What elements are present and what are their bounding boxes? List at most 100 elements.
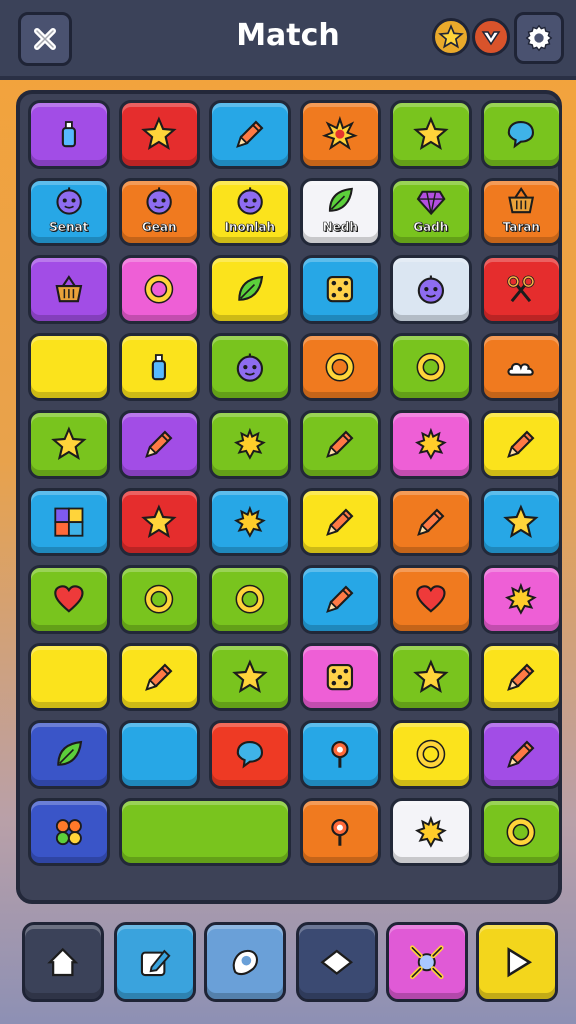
ring-icon: [325, 352, 355, 382]
bottom-toolbar: [0, 912, 576, 1024]
star-badge[interactable]: [432, 18, 470, 56]
board-tile[interactable]: [480, 100, 562, 169]
board-tile[interactable]: [209, 720, 291, 789]
board-tile[interactable]: [299, 642, 381, 711]
diamond-button[interactable]: [296, 922, 378, 1002]
sun-icon: [414, 427, 447, 460]
pencil-icon: [326, 508, 354, 536]
ring-icon: [235, 584, 265, 614]
board-tile[interactable]: [28, 487, 110, 556]
board-tile[interactable]: [390, 720, 472, 789]
board-tile[interactable]: [28, 332, 110, 401]
board-tile[interactable]: Taran: [480, 177, 562, 246]
monster-icon: [237, 187, 263, 215]
scissors-icon: [507, 275, 535, 303]
board-tile[interactable]: [299, 100, 381, 169]
rank-badge[interactable]: [472, 18, 510, 56]
board-tile[interactable]: [480, 565, 562, 634]
board-tile[interactable]: [209, 332, 291, 401]
board-tile[interactable]: [118, 410, 200, 479]
board-tile[interactable]: Nedh: [299, 177, 381, 246]
board-tile[interactable]: [390, 642, 472, 711]
board-tile[interactable]: [28, 797, 110, 866]
cloud-icon: [507, 362, 535, 376]
board-tile[interactable]: [118, 100, 200, 169]
board-tile[interactable]: [390, 797, 472, 866]
shuffle-button[interactable]: [386, 922, 468, 1002]
board-tile[interactable]: [28, 255, 110, 324]
board-tile[interactable]: Gean: [118, 177, 200, 246]
edit-button[interactable]: [114, 922, 196, 1002]
board-tile[interactable]: [209, 410, 291, 479]
game-board: Senat Gean Inonlah Nedh Gadh Taran: [16, 90, 562, 904]
board-tile[interactable]: [118, 255, 200, 324]
board-tile[interactable]: [118, 642, 200, 711]
board-tile[interactable]: [118, 332, 200, 401]
shape-button[interactable]: [204, 922, 286, 1002]
board-tile[interactable]: [118, 720, 200, 789]
sun-icon: [505, 582, 538, 615]
sun-icon: [414, 815, 447, 848]
basket-icon: [55, 275, 83, 303]
board-tile[interactable]: [209, 565, 291, 634]
pencil-icon: [326, 430, 354, 459]
ring-icon: [416, 739, 446, 769]
rank-chevron-icon: [481, 31, 501, 46]
board-tile[interactable]: [118, 565, 200, 634]
board-tile[interactable]: [28, 100, 110, 169]
star-icon: [232, 658, 268, 693]
board-tile[interactable]: [480, 797, 562, 866]
tile-label: Inonlah: [224, 220, 276, 235]
board-tile[interactable]: [390, 410, 472, 479]
board-tile[interactable]: [299, 487, 381, 556]
board-tile[interactable]: [299, 565, 381, 634]
board-tile[interactable]: [390, 100, 472, 169]
board-tile[interactable]: [390, 255, 472, 324]
star-icon: [141, 503, 177, 538]
home-button[interactable]: [22, 922, 104, 1002]
tile-label: Taran: [502, 220, 540, 235]
board-tile[interactable]: [299, 255, 381, 324]
board-tile[interactable]: [28, 410, 110, 479]
board-tile[interactable]: [480, 642, 562, 711]
board-tile[interactable]: [299, 797, 381, 866]
board-tile[interactable]: [28, 642, 110, 711]
board-tile[interactable]: [209, 100, 291, 169]
board-tile[interactable]: [28, 720, 110, 789]
board-tile[interactable]: [480, 487, 562, 556]
star-icon: [438, 24, 464, 49]
star-icon: [413, 116, 449, 151]
board-tile[interactable]: Senat: [28, 177, 110, 246]
tile-label: Gadh: [413, 220, 449, 235]
board-tile[interactable]: [209, 642, 291, 711]
board-tile[interactable]: [480, 255, 562, 324]
board-tile[interactable]: [480, 720, 562, 789]
board-tile[interactable]: [28, 565, 110, 634]
ring-icon: [506, 817, 536, 847]
monster-icon: [146, 187, 172, 215]
board-tile[interactable]: [118, 487, 200, 556]
pencil-icon: [507, 430, 535, 459]
board-tile[interactable]: [480, 410, 562, 479]
basket-icon: [508, 187, 535, 214]
speech-bubble-icon: [508, 121, 535, 149]
board-tile[interactable]: Inonlah: [209, 177, 291, 246]
monster-icon: [417, 275, 444, 304]
board-tile[interactable]: [209, 487, 291, 556]
pencil-icon: [507, 740, 535, 769]
board-tile[interactable]: [299, 720, 381, 789]
board-tile[interactable]: [118, 797, 291, 866]
pencil-icon: [235, 120, 264, 149]
play-button[interactable]: [476, 922, 558, 1002]
board-tile[interactable]: [209, 255, 291, 324]
shape-icon: [232, 949, 259, 975]
settings-button[interactable]: [514, 12, 564, 64]
board-tile[interactable]: [390, 332, 472, 401]
star-icon: [141, 116, 177, 151]
board-tile[interactable]: [480, 332, 562, 401]
board-tile[interactable]: [390, 565, 472, 634]
board-tile[interactable]: Gadh: [390, 177, 472, 246]
board-tile[interactable]: [390, 487, 472, 556]
board-tile[interactable]: [299, 332, 381, 401]
board-tile[interactable]: [299, 410, 381, 479]
